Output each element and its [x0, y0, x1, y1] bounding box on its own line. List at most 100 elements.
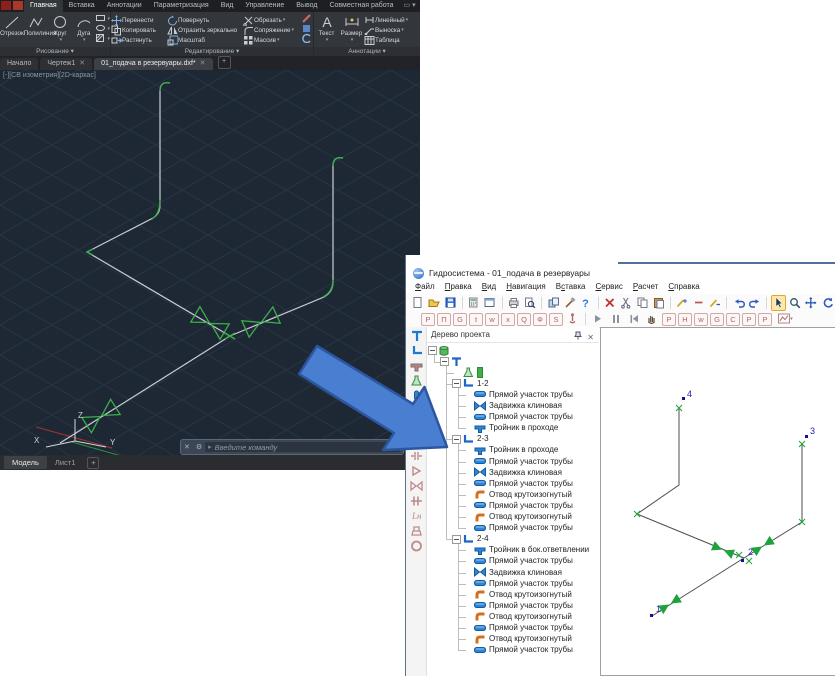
layout-tab-0[interactable]: Модель — [4, 456, 47, 469]
thermometer-tool-button[interactable] — [408, 389, 424, 402]
tree-item-Отвод крутоизогнутый[interactable]: Отвод крутоизогнутый — [427, 589, 599, 600]
close-icon[interactable]: ✕ — [200, 60, 206, 67]
ribbon-options-icon[interactable]: ▭ ▾ — [404, 0, 416, 12]
length-tool-button[interactable]: Lн — [408, 509, 424, 522]
tree-item[interactable] — [427, 345, 599, 356]
scheme-node-label-2[interactable]: 2 — [748, 547, 753, 557]
ribbon-button-cshape[interactable] — [301, 34, 312, 44]
ribbon-tab-2[interactable]: Аннотации — [101, 0, 148, 12]
result-toggle-4[interactable]: C — [726, 313, 740, 326]
ribbon-tab-3[interactable]: Параметризация — [148, 0, 215, 12]
scheme-node-label-4[interactable]: 4 — [687, 389, 692, 399]
result-toggle-0[interactable]: P — [662, 313, 676, 326]
redo-button[interactable] — [747, 295, 762, 311]
tree-item-Прямой участок трубы[interactable]: Прямой участок трубы — [427, 412, 599, 423]
tree-item[interactable] — [427, 356, 599, 367]
tee-tool-button[interactable] — [408, 359, 424, 372]
param-toggle-1[interactable]: П — [437, 313, 451, 326]
menu-item-4[interactable]: Вставка — [551, 281, 591, 294]
file-tab-2[interactable]: 01_подача в резервуары.dxf*✕ — [94, 58, 212, 70]
result-toggle-6[interactable]: P — [758, 313, 772, 326]
undo-button[interactable] — [731, 295, 746, 311]
flange-tool-button[interactable] — [408, 494, 424, 507]
valve-tool-button[interactable] — [408, 479, 424, 492]
ribbon-tab-5[interactable]: Управление — [239, 0, 290, 12]
tree-item-Прямой участок трубы[interactable]: Прямой участок трубы — [427, 623, 599, 634]
tools-button[interactable] — [562, 295, 577, 311]
result-toggle-1[interactable]: H — [678, 313, 692, 326]
ribbon-button-mirror[interactable]: Отразить зеркально — [167, 25, 243, 35]
new-button[interactable] — [410, 295, 425, 311]
new-layout-button[interactable]: + — [87, 457, 99, 469]
scheme-node-label-3[interactable]: 3 — [810, 426, 815, 436]
ribbon-button-scale[interactable]: Масштаб — [167, 35, 243, 45]
ribbon-button-fillet[interactable]: Сопряжение▾ — [243, 25, 301, 35]
ribbon-button-move[interactable]: Перенести — [111, 15, 167, 25]
expander-icon[interactable] — [452, 435, 461, 444]
close-icon[interactable]: ✕ — [79, 60, 85, 67]
play-button[interactable] — [590, 311, 607, 327]
file-tab-1[interactable]: Чертеж1✕ — [40, 58, 92, 70]
ribbon-tab-4[interactable]: Вид — [215, 0, 240, 12]
select-button[interactable] — [771, 295, 786, 311]
pause-button[interactable] — [608, 311, 625, 327]
file-tab-0[interactable]: Начало — [0, 58, 38, 70]
tree-item-Тройник в проходе[interactable]: Тройник в проходе — [427, 445, 599, 456]
tree-item-Отвод крутоизогнутый[interactable]: Отвод крутоизогнутый — [427, 611, 599, 622]
tree-item[interactable] — [427, 367, 599, 378]
ribbon-tab-7[interactable]: Совместная работа — [323, 0, 399, 12]
ribbon-tab-6[interactable]: Вывод — [290, 0, 323, 12]
param-toggle-3[interactable]: t — [469, 313, 483, 326]
app-logo-icon[interactable] — [1, 1, 11, 10]
anchor-button[interactable] — [565, 311, 582, 327]
tree-item-Прямой участок трубы[interactable]: Прямой участок трубы — [427, 500, 599, 511]
save-button[interactable] — [443, 295, 458, 311]
tree-item-2-4[interactable]: 2-4 — [427, 534, 599, 545]
menu-item-1[interactable]: Правка — [440, 281, 477, 294]
ribbon-button-rotate[interactable]: Повернуть — [167, 15, 243, 25]
calc-button[interactable] — [466, 295, 481, 311]
layout-tab-1[interactable]: Лист1 — [47, 456, 83, 469]
acad-canvas[interactable]: Z X Y [-][СВ изометрия][2D-каркас] ✕ ⚙ ▸… — [0, 70, 420, 455]
elbow-tool-button[interactable] — [408, 419, 424, 432]
expander-icon[interactable] — [452, 535, 461, 544]
ribbon-button-copy[interactable]: Копировать — [111, 25, 167, 35]
flask-tool-button[interactable] — [408, 374, 424, 387]
zoom-button[interactable] — [787, 295, 802, 311]
app-menu-icon[interactable] — [13, 1, 23, 10]
menu-item-7[interactable]: Справка — [663, 281, 704, 294]
ribbon-button-stretch[interactable]: Растянуть — [111, 35, 167, 45]
viewport-controls[interactable]: [-][СВ изометрия][2D-каркас] — [3, 72, 96, 79]
new-tab-button[interactable]: + — [218, 56, 231, 69]
break-tool-button[interactable] — [408, 449, 424, 462]
ring-tool-button[interactable] — [408, 539, 424, 552]
customize-icon[interactable]: ⚙ — [193, 443, 205, 451]
chart-button[interactable]: ▾ — [774, 311, 798, 327]
panel-label-annotate[interactable]: Аннотации ▾ — [314, 47, 420, 56]
expander-icon[interactable] — [452, 379, 461, 388]
panel-label-modify[interactable]: Редактирование ▾ — [111, 47, 313, 56]
scheme-view[interactable]: 1234 — [600, 327, 835, 676]
pipe-run-tool-button[interactable] — [408, 329, 424, 342]
fitting-tool-button[interactable] — [408, 434, 424, 447]
tree-item-1-2[interactable]: 1-2 — [427, 378, 599, 389]
tree-item-Тройник в бок.ответвлении[interactable]: Тройник в бок.ответвлении — [427, 545, 599, 556]
paste-button[interactable] — [651, 295, 666, 311]
tree-item-Отвод крутоизогнутый[interactable]: Отвод крутоизогнутый — [427, 512, 599, 523]
result-toggle-2[interactable]: w — [694, 313, 708, 326]
inkd-button[interactable] — [708, 295, 723, 311]
pan-button[interactable] — [804, 295, 819, 311]
tree-item-Прямой участок трубы[interactable]: Прямой участок трубы — [427, 578, 599, 589]
ribbon-tab-0[interactable]: Главная — [24, 0, 63, 12]
tree-item-Задвижка клиновая[interactable]: Задвижка клиновая — [427, 467, 599, 478]
menu-item-3[interactable]: Навигация — [501, 281, 551, 294]
pin-icon[interactable] — [574, 330, 582, 346]
command-input[interactable]: ▸ Введите команду — [205, 442, 400, 452]
pump-tool-button[interactable] — [408, 524, 424, 537]
minus-button[interactable] — [691, 295, 706, 311]
param-toggle-0[interactable]: Р — [421, 313, 435, 326]
window-button[interactable] — [483, 295, 498, 311]
step-button[interactable] — [626, 311, 643, 327]
param-toggle-5[interactable]: x — [501, 313, 515, 326]
export-button[interactable] — [546, 295, 561, 311]
